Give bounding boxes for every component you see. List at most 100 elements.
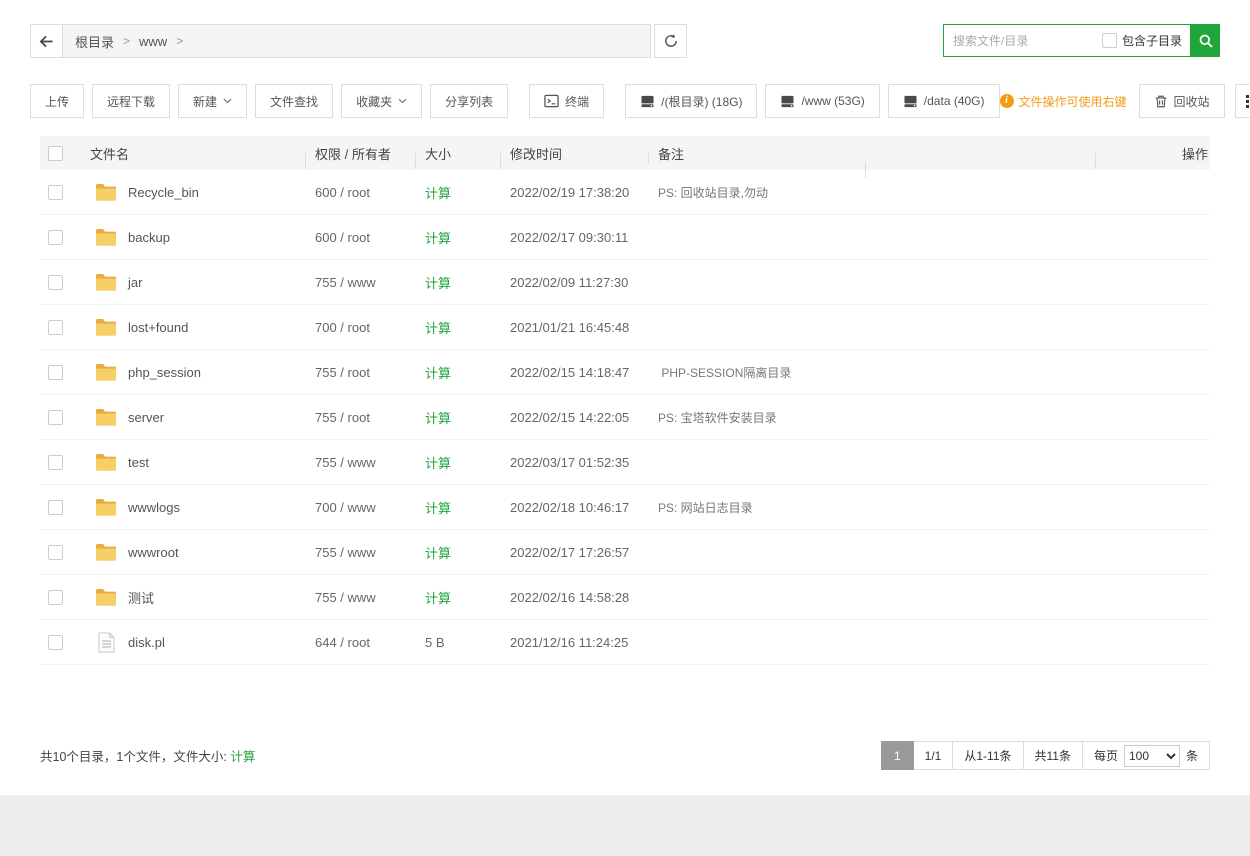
per-page-cell: 每页 100 条 <box>1082 741 1210 770</box>
footer-bar: 共10个目录，1个文件，文件大小: 计算 1 1/1 从1-11条 共11条 每… <box>40 741 1210 770</box>
file-mtime: 2022/02/18 10:46:17 <box>500 500 648 515</box>
file-name[interactable]: wwwroot <box>128 545 179 560</box>
file-size[interactable]: 计算 <box>425 456 451 471</box>
file-name[interactable]: server <box>128 410 164 425</box>
file-permission: 700 / root <box>305 320 415 335</box>
chevron-down-icon <box>223 98 232 104</box>
new-dropdown-button[interactable]: 新建 <box>178 84 247 118</box>
back-button[interactable] <box>30 24 63 58</box>
file-size[interactable]: 计算 <box>425 546 451 561</box>
file-size[interactable]: 计算 <box>425 231 451 246</box>
file-name[interactable]: 测试 <box>128 588 154 607</box>
file-size[interactable]: 计算 <box>425 276 451 291</box>
file-mtime: 2022/02/17 09:30:11 <box>500 230 648 245</box>
table-row[interactable]: lost+found 700 / root 计算 2021/01/21 16:4… <box>40 305 1210 350</box>
terminal-button[interactable]: 终端 <box>529 84 604 118</box>
table-row[interactable]: 测试 755 / www 计算 2022/02/16 14:58:28 <box>40 575 1210 620</box>
row-checkbox[interactable] <box>48 410 63 425</box>
breadcrumb-item-www[interactable]: www <box>139 34 167 49</box>
calc-total-size-link[interactable]: 计算 <box>230 750 255 764</box>
search-input[interactable] <box>944 26 1102 55</box>
file-search-button[interactable]: 文件查找 <box>255 84 333 118</box>
grid-view-button[interactable] <box>1236 85 1250 117</box>
table-row[interactable]: server 755 / root 计算 2022/02/15 14:22:05… <box>40 395 1210 440</box>
breadcrumb-item-root[interactable]: 根目录 <box>75 32 114 51</box>
folder-icon <box>94 225 118 249</box>
table-row[interactable]: wwwlogs 700 / www 计算 2022/02/18 10:46:17… <box>40 485 1210 530</box>
toolbar: 上传 远程下载 新建 文件查找 收藏夹 分享列表 终端 /(根目录) (18G) <box>30 84 1220 118</box>
file-permission: 700 / www <box>305 500 415 515</box>
row-checkbox[interactable] <box>48 275 63 290</box>
file-name[interactable]: Recycle_bin <box>128 185 199 200</box>
file-size: 5 B <box>425 635 445 650</box>
file-table-header: 文件名 权限 / 所有者 大小 修改时间 备注 操作 <box>40 136 1210 170</box>
row-checkbox[interactable] <box>48 230 63 245</box>
page-number-current[interactable]: 1 <box>881 741 914 770</box>
file-name[interactable]: disk.pl <box>128 635 165 650</box>
row-checkbox[interactable] <box>48 365 63 380</box>
table-row[interactable]: Recycle_bin 600 / root 计算 2022/02/19 17:… <box>40 170 1210 215</box>
table-row[interactable]: disk.pl 644 / root 5 B 2021/12/16 11:24:… <box>40 620 1210 665</box>
table-row[interactable]: wwwroot 755 / www 计算 2022/02/17 17:26:57 <box>40 530 1210 575</box>
row-checkbox[interactable] <box>48 455 63 470</box>
file-mtime: 2022/03/17 01:52:35 <box>500 455 648 470</box>
file-size[interactable]: 计算 <box>425 591 451 606</box>
file-name[interactable]: lost+found <box>128 320 188 335</box>
favorites-dropdown-button[interactable]: 收藏夹 <box>341 84 422 118</box>
view-toggle-group <box>1235 84 1250 118</box>
file-permission: 600 / root <box>305 230 415 245</box>
breadcrumb-separator: > <box>176 34 183 48</box>
file-note: PS: 网站日志目录 <box>648 499 865 516</box>
table-row[interactable]: backup 600 / root 计算 2022/02/17 09:30:11 <box>40 215 1210 260</box>
pagination: 1 1/1 从1-11条 共11条 每页 100 条 <box>882 741 1210 770</box>
recycle-bin-button[interactable]: 回收站 <box>1139 84 1225 118</box>
file-manager-panel: 根目录 > www > 包含子目录 <box>0 0 1250 795</box>
file-mtime: 2022/02/17 17:26:57 <box>500 545 648 560</box>
per-page-select[interactable]: 100 <box>1124 745 1180 767</box>
info-icon: i <box>1000 94 1014 108</box>
file-size[interactable]: 计算 <box>425 186 451 201</box>
row-checkbox[interactable] <box>48 635 63 650</box>
file-size[interactable]: 计算 <box>425 321 451 336</box>
file-name[interactable]: backup <box>128 230 170 245</box>
disk-data-button[interactable]: /data (40G) <box>888 84 1000 118</box>
disk-icon <box>780 95 795 108</box>
right-click-hint: i 文件操作可使用右键 <box>1000 93 1127 110</box>
upload-button[interactable]: 上传 <box>30 84 84 118</box>
file-size[interactable]: 计算 <box>425 366 451 381</box>
disk-icon <box>903 95 918 108</box>
row-checkbox[interactable] <box>48 185 63 200</box>
header-note: 备注 <box>648 144 865 163</box>
row-checkbox[interactable] <box>48 500 63 515</box>
select-all-checkbox[interactable] <box>48 146 63 161</box>
folder-icon <box>94 315 118 339</box>
folder-icon <box>94 270 118 294</box>
file-name[interactable]: test <box>128 455 149 470</box>
file-name[interactable]: php_session <box>128 365 201 380</box>
disk-root-button[interactable]: /(根目录) (18G) <box>625 84 757 118</box>
include-subdir-checkbox[interactable] <box>1102 33 1117 48</box>
share-list-button[interactable]: 分享列表 <box>430 84 508 118</box>
row-checkbox[interactable] <box>48 320 63 335</box>
table-row[interactable]: test 755 / www 计算 2022/03/17 01:52:35 <box>40 440 1210 485</box>
file-permission: 755 / root <box>305 410 415 425</box>
header-permission: 权限 / 所有者 <box>305 144 415 163</box>
file-permission: 644 / root <box>305 635 415 650</box>
search-button[interactable] <box>1191 24 1220 57</box>
header-mtime: 修改时间 <box>500 144 648 163</box>
table-row[interactable]: php_session 755 / root 计算 2022/02/15 14:… <box>40 350 1210 395</box>
refresh-button[interactable] <box>654 24 687 58</box>
search-icon <box>1198 33 1214 49</box>
table-row[interactable]: jar 755 / www 计算 2022/02/09 11:27:30 <box>40 260 1210 305</box>
file-size[interactable]: 计算 <box>425 501 451 516</box>
file-name[interactable]: wwwlogs <box>128 500 180 515</box>
row-checkbox[interactable] <box>48 545 63 560</box>
row-checkbox[interactable] <box>48 590 63 605</box>
remote-download-button[interactable]: 远程下载 <box>92 84 170 118</box>
directory-summary: 共10个目录，1个文件，文件大小: 计算 <box>40 746 255 765</box>
folder-icon <box>94 450 118 474</box>
disk-www-button[interactable]: /www (53G) <box>765 84 879 118</box>
file-size[interactable]: 计算 <box>425 411 451 426</box>
file-name[interactable]: jar <box>128 275 142 290</box>
chevron-down-icon <box>398 98 407 104</box>
